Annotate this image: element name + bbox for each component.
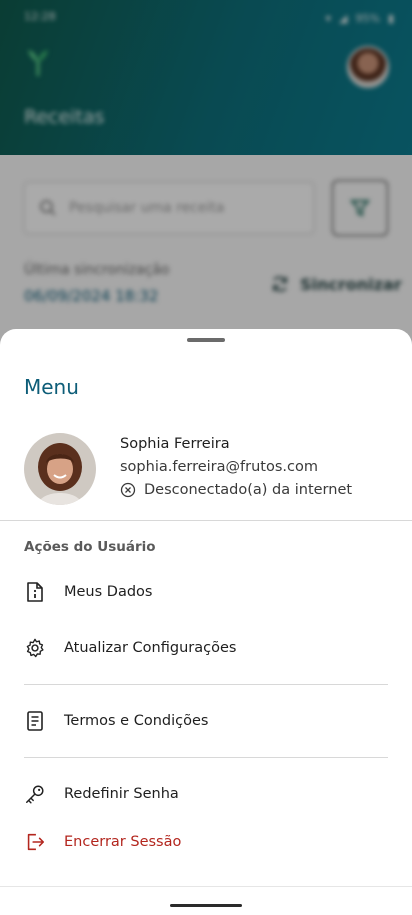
section-title: Ações do Usuário	[24, 539, 156, 555]
menu-item-label: Redefinir Senha	[64, 786, 179, 802]
menu-item-label: Termos e Condições	[64, 713, 209, 729]
divider	[24, 684, 388, 685]
divider	[0, 520, 412, 521]
menu-item-label: Encerrar Sessão	[64, 834, 182, 850]
profile-avatar	[24, 433, 96, 505]
menu-item-label: Meus Dados	[64, 584, 153, 600]
offline-icon	[120, 482, 136, 498]
info-document-icon	[24, 581, 46, 603]
logout-icon	[24, 831, 46, 853]
menu-item-atualizar-configuracoes[interactable]: Atualizar Configurações	[24, 628, 388, 668]
home-gesture-pill[interactable]	[170, 904, 242, 907]
system-navigation-bar	[0, 886, 412, 915]
menu-item-redefinir-senha[interactable]: Redefinir Senha	[24, 774, 388, 814]
menu-item-termos-condicoes[interactable]: Termos e Condições	[24, 701, 388, 741]
sheet-drag-handle[interactable]	[187, 338, 225, 342]
key-icon	[24, 783, 46, 805]
gear-icon	[24, 637, 46, 659]
menu-bottom-sheet: Menu Sophia Ferreira sophia.ferreira@fru…	[0, 329, 412, 915]
menu-item-label: Atualizar Configurações	[64, 640, 237, 656]
menu-item-meus-dados[interactable]: Meus Dados	[24, 572, 388, 612]
user-name: Sophia Ferreira	[120, 436, 230, 452]
divider	[24, 757, 388, 758]
document-icon	[24, 710, 46, 732]
connection-status-text: Desconectado(a) da internet	[144, 482, 353, 498]
connection-status: Desconectado(a) da internet	[120, 482, 352, 498]
profile-photo	[24, 433, 96, 505]
menu-item-encerrar-sessao[interactable]: Encerrar Sessão	[24, 822, 388, 862]
menu-title: Menu	[24, 375, 79, 399]
user-email: sophia.ferreira@frutos.com	[120, 459, 318, 475]
